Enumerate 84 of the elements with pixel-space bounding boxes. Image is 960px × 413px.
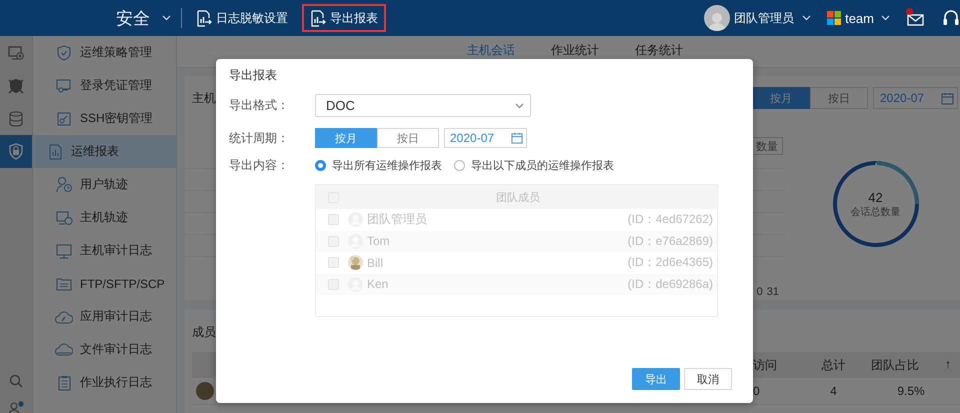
sidebar-item[interactable]: SSH密钥管理 xyxy=(33,102,176,135)
monitor-icon xyxy=(55,242,73,258)
section-title: 成员 xyxy=(191,324,217,340)
chevron-down-icon xyxy=(881,15,890,21)
field-label: 导出格式： xyxy=(229,97,290,114)
donut-label: 会话总数量 xyxy=(850,206,900,219)
metric-button[interactable]: 数量 xyxy=(751,137,783,155)
shield-cross-icon xyxy=(8,78,24,94)
card-title: 主机 xyxy=(192,90,216,106)
member-name: Ken xyxy=(367,277,390,292)
sidebar-item[interactable]: FTP/SFTP/SCP xyxy=(33,267,176,300)
chevron-down-icon xyxy=(802,15,812,21)
column-header[interactable]: 访问 xyxy=(749,356,805,374)
member-name: 团队管理员 xyxy=(367,211,428,228)
column-header: 团队成员 xyxy=(495,190,541,204)
key-icon xyxy=(55,112,73,126)
axis-label: 0 xyxy=(756,286,763,298)
chevron-down-icon xyxy=(515,102,524,108)
windows-logo-icon xyxy=(827,11,842,25)
period-toggle[interactable]: 按日 xyxy=(810,87,868,109)
member-name: Bill xyxy=(367,256,384,270)
sidebar-item[interactable]: 主机轨迹 xyxy=(33,201,176,234)
mail-icon[interactable] xyxy=(906,10,924,26)
avatar xyxy=(196,382,214,400)
period-toggle[interactable]: 按月 xyxy=(315,128,377,148)
table-cell-text: 0 xyxy=(752,384,761,398)
field-label: 导出内容： xyxy=(229,157,290,174)
sidebar-item[interactable]: 运维策略管理 xyxy=(33,36,176,69)
headset-icon xyxy=(942,9,960,27)
search-icon xyxy=(9,374,23,388)
shield-lock-icon xyxy=(8,143,24,160)
shield-check-icon xyxy=(55,44,73,60)
database-icon xyxy=(9,110,23,126)
format-dropdown[interactable]: DOC xyxy=(315,94,531,117)
cancel-button[interactable]: 取消 xyxy=(684,368,732,390)
sidebar-item[interactable]: 登录凭证管理 xyxy=(33,69,176,102)
sidebar-item[interactable]: 应用审计日志 xyxy=(33,300,176,333)
tab[interactable]: 任务统计 xyxy=(617,36,701,67)
table-cell-text: 9.5% xyxy=(896,384,926,398)
cloud-icon xyxy=(55,343,73,356)
brand-text: 安全 xyxy=(116,8,150,30)
tab[interactable]: 作业统计 xyxy=(533,36,617,67)
column-header[interactable]: 总计 xyxy=(805,356,862,374)
member-id: (ID：e76a2869) xyxy=(628,232,713,250)
sidebar-item[interactable]: 运维报表 xyxy=(33,135,176,168)
monitor-key-icon xyxy=(55,78,73,92)
cloud-gauge-icon xyxy=(55,310,73,324)
member-id: (ID：2d6e4365) xyxy=(628,254,713,272)
nav-link[interactable]: 导出报表 xyxy=(302,4,386,32)
user-name[interactable]: 团队管理员 xyxy=(734,10,794,26)
monitor-clock-icon xyxy=(55,210,73,226)
report-icon xyxy=(196,10,212,26)
sidebar-item[interactable]: 作业执行日志 xyxy=(33,366,176,399)
user-clock-icon xyxy=(55,176,73,193)
team-name[interactable]: team xyxy=(845,10,874,26)
export-button[interactable]: 导出 xyxy=(632,368,680,390)
period-toggle[interactable]: 按日 xyxy=(377,128,439,148)
dialog-title: 导出报表 xyxy=(229,67,277,84)
field-label: 统计周期： xyxy=(229,130,290,146)
date-field[interactable]: 2020-07 xyxy=(873,87,958,109)
report-icon xyxy=(310,10,326,26)
nav-link[interactable]: 日志脱敏设置 xyxy=(188,4,296,32)
column-header[interactable]: 团队占比 xyxy=(871,356,919,374)
user-badge-icon xyxy=(8,401,24,413)
chevron-down-icon xyxy=(162,15,171,21)
monitor-plus-icon xyxy=(8,44,24,60)
sort-indicator[interactable]: ↑ xyxy=(945,356,951,374)
donut-value: 42 xyxy=(868,190,883,205)
member-name: Tom xyxy=(367,234,391,248)
sidebar-item[interactable]: 用户轨迹 xyxy=(33,168,176,201)
calendar-icon[interactable] xyxy=(941,92,954,104)
sidebar-item[interactable]: 文件审计日志 xyxy=(33,333,176,366)
folder-icon xyxy=(55,276,73,290)
member-id: (ID：de69286a) xyxy=(628,276,713,293)
period-toggle[interactable]: 按月 xyxy=(752,87,810,109)
avatar-icon[interactable] xyxy=(704,5,730,31)
sidebar-item[interactable]: 主机审计日志 xyxy=(33,234,176,267)
date-field[interactable]: 2020-07 xyxy=(444,128,527,148)
member-id: (ID：4ed67262) xyxy=(628,211,713,228)
radio-option[interactable]: 导出所有运维操作报表 xyxy=(315,158,442,173)
radio-option[interactable]: 导出以下成员的运维操作报表 xyxy=(454,158,614,173)
table-cell-text: 4 xyxy=(829,384,838,398)
axis-label: 31 xyxy=(766,286,779,298)
calendar-icon[interactable] xyxy=(511,132,523,144)
